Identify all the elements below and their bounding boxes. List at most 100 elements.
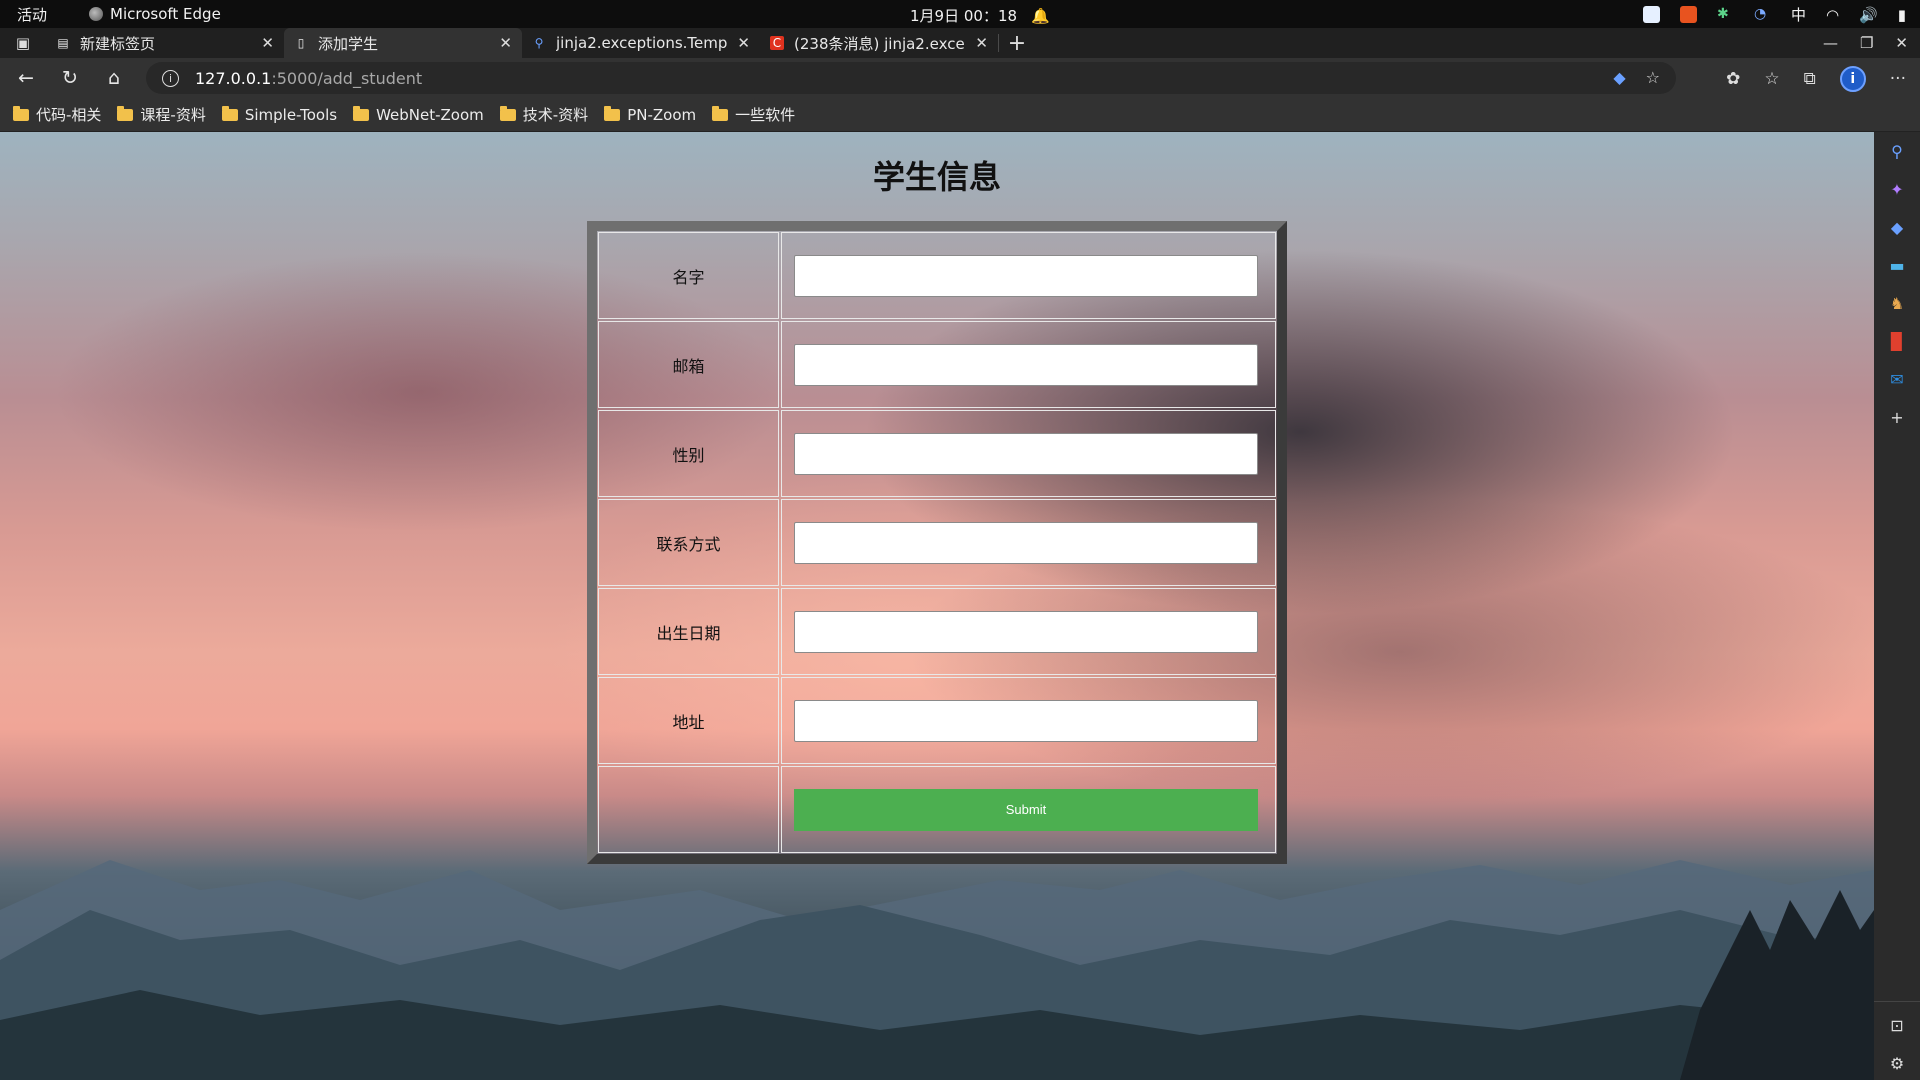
bookmark-label: 代码-相关 [36, 106, 102, 124]
minimize-icon[interactable]: — [1823, 34, 1838, 52]
games-icon[interactable]: ♞ [1888, 294, 1906, 313]
address-bar[interactable]: i 127.0.0.1:5000/add_student ◆ ☆ [146, 62, 1676, 94]
close-icon[interactable]: ✕ [737, 34, 750, 52]
tray-app-icon[interactable]: ✱ [1717, 6, 1734, 23]
tab-title: 添加学生 [318, 34, 379, 53]
address-input[interactable] [794, 699, 1258, 742]
bookmark-label: 技术-资料 [522, 106, 589, 124]
contact-input[interactable] [794, 521, 1258, 564]
submit-cell: Submit [781, 766, 1276, 853]
form-row-submit: Submit [597, 765, 1277, 854]
bookmark-label: 课程-资料 [140, 106, 206, 124]
bookmark-folder[interactable]: 课程-资料 [117, 104, 206, 125]
tray-app-icon[interactable] [1642, 6, 1660, 23]
bookmark-folder[interactable]: 技术-资料 [499, 104, 589, 125]
folder-icon [117, 105, 134, 121]
tab-jinja-error[interactable]: ⚲ jinja2.exceptions.Templat ✕ [522, 28, 760, 58]
bookmark-label: 一些软件 [735, 106, 796, 124]
copilot-icon[interactable]: ✦ [1888, 180, 1906, 199]
clock[interactable]: 1月9日 00：18 🔔 [910, 5, 1050, 26]
empty-cell [598, 766, 779, 853]
ime-indicator[interactable]: 中 [1791, 4, 1806, 25]
folder-icon [221, 105, 238, 121]
favorites-icon[interactable]: ☆ [1764, 69, 1779, 89]
form-row-gender: 性别 [597, 409, 1277, 498]
collections-icon[interactable]: ⧉ [1804, 69, 1816, 89]
tray-app-icon[interactable] [1679, 6, 1697, 23]
sidebar-bottom: ⊡ ⚙ [1874, 1001, 1920, 1073]
bookmark-folder[interactable]: Simple-Tools [221, 105, 338, 124]
sidebar-toggle-icon[interactable]: ⊡ [1888, 1016, 1906, 1035]
system-top-bar: 活动 Microsoft Edge 1月9日 00：18 🔔 ✱ ◔ 中 ◠ 🔊… [0, 0, 1920, 28]
app-menu[interactable]: Microsoft Edge [89, 5, 221, 23]
wifi-icon[interactable]: ◠ [1826, 6, 1839, 24]
extensions-icon[interactable]: ✿ [1726, 69, 1740, 89]
submit-button[interactable]: Submit [794, 788, 1258, 831]
clock-text: 1月9日 00：18 [910, 7, 1018, 25]
favorite-star-icon[interactable]: ☆ [1646, 68, 1660, 87]
new-tab-button[interactable]: + [999, 28, 1035, 58]
url-path: :5000/add_student [271, 68, 423, 88]
close-icon[interactable]: ✕ [499, 34, 512, 52]
folder-icon [13, 105, 29, 121]
bookmarks-bar: 代码-相关 课程-资料 Simple-Tools WebNet-Zoom 技术-… [0, 98, 1920, 132]
shopping-tag-icon[interactable]: ◆ [1888, 218, 1906, 237]
home-icon[interactable]: ⌂ [92, 67, 136, 89]
gear-icon[interactable]: ⚙ [1888, 1054, 1906, 1073]
newtab-icon: ▤ [57, 36, 69, 50]
url-host: 127.0.0.1 [195, 68, 272, 88]
field-label: 地址 [598, 677, 779, 764]
bookmark-label: Simple-Tools [244, 105, 338, 124]
profile-avatar[interactable]: i [1839, 66, 1866, 92]
folder-icon [604, 105, 621, 121]
office-icon[interactable]: ▉ [1888, 332, 1906, 351]
tab-csdn[interactable]: C (238条消息) jinja2.excepti ✕ [760, 28, 998, 58]
page-icon: ▯ [297, 36, 305, 50]
tab-add-student[interactable]: ▯ 添加学生 ✕ [284, 28, 522, 58]
tools-briefcase-icon[interactable]: ▬ [1888, 256, 1906, 275]
back-icon[interactable]: ← [4, 67, 48, 89]
birthdate-input[interactable] [794, 610, 1258, 653]
form-row-name: 名字 [597, 231, 1277, 320]
edge-sidebar: ⚲ ✦ ◆ ▬ ♞ ▉ ✉ + ⊡ ⚙ [1874, 132, 1920, 1080]
tab-title: jinja2.exceptions.Templat [556, 34, 728, 52]
bookmark-folder[interactable]: WebNet-Zoom [353, 105, 484, 124]
field-label: 名字 [598, 232, 779, 319]
edge-app-icon [89, 7, 104, 21]
close-window-icon[interactable]: ✕ [1895, 34, 1908, 52]
volume-icon[interactable]: 🔊 [1859, 6, 1878, 24]
form-row-email: 邮箱 [597, 320, 1277, 409]
bookmark-folder[interactable]: PN-Zoom [604, 105, 696, 124]
battery-icon[interactable]: ▮ [1898, 6, 1906, 24]
field-label: 性别 [598, 410, 779, 497]
close-icon[interactable]: ✕ [261, 34, 274, 52]
outlook-icon[interactable]: ✉ [1888, 370, 1906, 389]
activities-button[interactable]: 活动 [17, 4, 47, 25]
bookmark-folder[interactable]: 代码-相关 [13, 104, 101, 125]
form-row-birthdate: 出生日期 [597, 587, 1277, 676]
bell-icon: 🔔 [1031, 6, 1050, 25]
tab-title: (238条消息) jinja2.excepti [794, 34, 966, 53]
bookmark-folder[interactable]: 一些软件 [712, 104, 795, 125]
field-cell [781, 232, 1276, 319]
tray-sync-icon[interactable]: ◔ [1754, 6, 1771, 23]
window-controls: — ❐ ✕ [1823, 28, 1908, 58]
close-icon[interactable]: ✕ [975, 34, 988, 52]
add-icon[interactable]: + [1888, 408, 1906, 427]
refresh-icon[interactable]: ↻ [48, 67, 92, 89]
coupon-tag-icon[interactable]: ◆ [1613, 68, 1625, 87]
tab-actions-icon[interactable]: ▣ [0, 28, 46, 58]
page-title: 学生信息 [872, 158, 1001, 196]
more-menu-icon[interactable]: ··· [1890, 69, 1906, 89]
search-icon[interactable]: ⚲ [1888, 142, 1906, 161]
restore-icon[interactable]: ❐ [1860, 34, 1873, 52]
browser-toolbar: ← ↻ ⌂ i 127.0.0.1:5000/add_student ◆ ☆ ✿… [0, 58, 1920, 98]
email-input[interactable] [794, 343, 1258, 386]
tab-newtab[interactable]: ▤ 新建标签页 ✕ [46, 28, 284, 58]
student-form-table: 名字 邮箱 性别 联系方式 出生日期 地址 Submit [587, 221, 1287, 864]
field-cell [781, 588, 1276, 675]
gender-input[interactable] [794, 432, 1258, 475]
site-info-icon[interactable]: i [162, 69, 179, 87]
field-cell [781, 499, 1276, 586]
name-input[interactable] [794, 254, 1258, 297]
